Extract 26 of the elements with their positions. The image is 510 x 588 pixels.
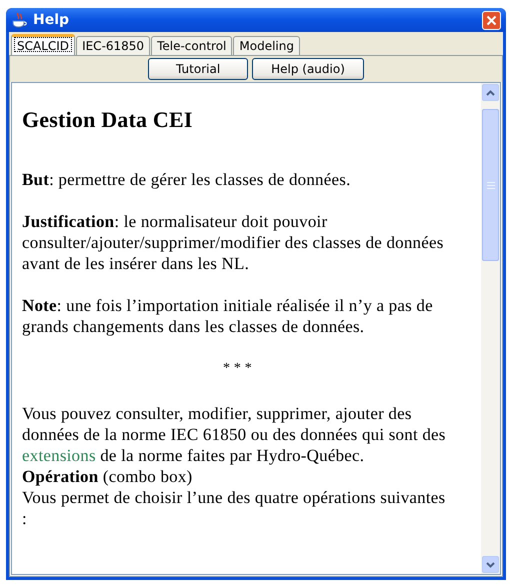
vertical-scrollbar[interactable] xyxy=(481,83,500,574)
tab[interactable]: SCALCID xyxy=(11,34,76,55)
chevron-up-icon xyxy=(486,90,495,96)
tab[interactable]: Tele-control xyxy=(151,36,232,55)
chevron-down-icon xyxy=(486,562,495,568)
tab[interactable]: Modeling xyxy=(233,36,300,55)
help-paragraph: Justification: le normalisateur doit pouvoir consulter/ajouter/supprimer/modifier des classes de données avant de les insérer dans les NL. xyxy=(22,211,445,274)
coffee-cup-icon xyxy=(11,12,28,28)
close-button[interactable] xyxy=(482,10,501,30)
help-heading: Gestion Data CEI xyxy=(22,107,194,133)
help-text-line: Opération (combo box) xyxy=(22,466,194,487)
close-icon xyxy=(486,14,497,26)
audio-help-button[interactable]: Help (audio) xyxy=(252,58,364,80)
help-paragraph: But: permettre de gérer les classes de données. xyxy=(22,169,352,190)
scroll-up-button[interactable] xyxy=(482,84,499,101)
tab[interactable]: IEC-61850 xyxy=(76,36,150,55)
section-separator: * * * xyxy=(222,360,253,378)
help-paragraph: Note: une fois l’importation initiale réalisée il n’y a pas de grands changements dans les classes de données. xyxy=(22,295,434,337)
grip-icon xyxy=(486,182,494,188)
extensions-link[interactable]: extensions xyxy=(22,446,96,465)
help-text-line: Vous permet de choisir l’une des quatre opérations suivantes : xyxy=(22,487,446,529)
window-title: Help xyxy=(33,12,70,28)
help-paragraph: Vous pouvez consulter, modifier, supprimer, ajouter des données de la norme IEC 61850 ou des données qui sont des extensions de la norme faites par Hydro-Québec. xyxy=(22,403,447,466)
tutorial-button[interactable]: Tutorial xyxy=(148,58,248,80)
scroll-down-button[interactable] xyxy=(482,556,499,573)
scrollbar-thumb[interactable] xyxy=(482,109,499,261)
